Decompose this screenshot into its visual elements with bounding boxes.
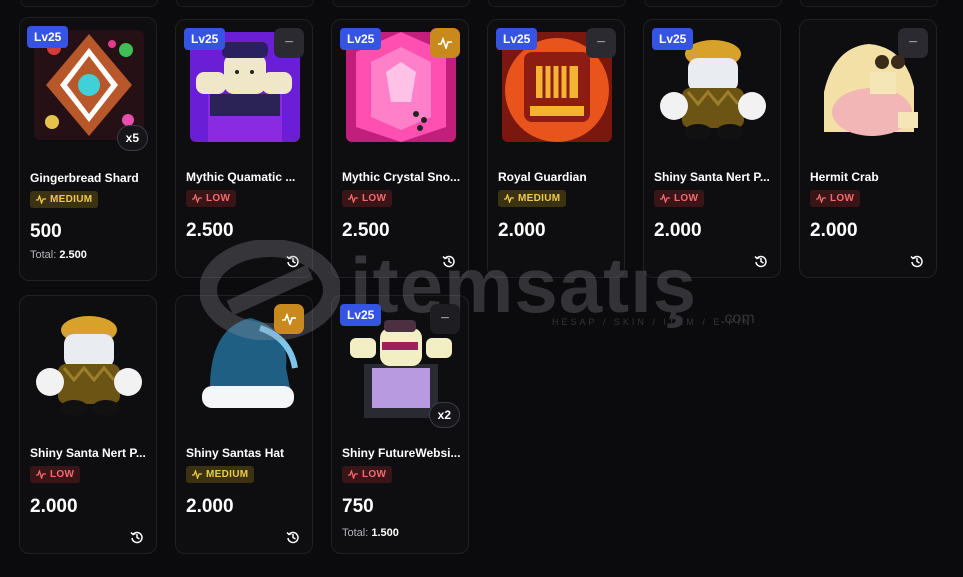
minus-icon: − <box>596 34 606 51</box>
pulse-icon <box>504 194 514 203</box>
demand-label: LOW <box>674 193 699 204</box>
level-badge: Lv25 <box>652 28 694 50</box>
item-name: Royal Guardian <box>498 170 587 184</box>
item-price: 2.500 <box>186 220 234 241</box>
pulse-icon <box>282 313 296 325</box>
demand-label: LOW <box>830 193 855 204</box>
demand-badge: LOW <box>810 190 861 207</box>
level-badge: Lv25 <box>27 26 69 48</box>
item-price: 2.000 <box>186 496 234 517</box>
demand-badge: LOW <box>342 466 393 483</box>
total-label: Total: <box>342 527 369 539</box>
item-price: 500 <box>30 221 62 242</box>
remove-button[interactable]: − <box>430 304 460 334</box>
demand-badge: MEDIUM <box>30 191 99 208</box>
item-card[interactable]: Shiny Santas Hat MEDIUM 2.000 <box>175 295 313 554</box>
item-name: Mythic Crystal Sno... <box>342 170 461 184</box>
demand-label: LOW <box>362 469 387 480</box>
history-icon[interactable] <box>442 254 456 268</box>
remove-button[interactable]: − <box>274 28 304 58</box>
item-price: 750 <box>342 496 374 517</box>
demand-badge: MEDIUM <box>498 190 567 207</box>
pulse-icon <box>660 194 670 203</box>
level-badge: Lv25 <box>184 28 226 50</box>
quantity-badge: x5 <box>116 125 148 151</box>
item-card[interactable]: Lv25 − Mythic Quamatic ... LOW 2.500 <box>175 19 313 278</box>
item-card[interactable]: Shiny Santa Nert P... LOW 2.000 <box>19 295 157 554</box>
history-icon[interactable] <box>286 254 300 268</box>
item-name: Hermit Crab <box>810 170 879 184</box>
demand-label: LOW <box>206 193 231 204</box>
pulse-icon <box>36 470 46 479</box>
item-total: Total: 1.500 <box>342 527 399 539</box>
item-total: Total: 2.500 <box>30 249 87 261</box>
demand-badge: LOW <box>30 466 81 483</box>
demand-label: LOW <box>362 193 387 204</box>
item-card[interactable]: Lv25 Shiny Santa Nert P... LOW 2.000 <box>643 19 781 278</box>
pulse-icon <box>348 470 358 479</box>
total-value: 1.500 <box>371 527 399 539</box>
item-card[interactable]: Lv25 − Royal Guardian MEDIUM 2.000 <box>487 19 625 278</box>
item-grid: Lv25 x5 Gingerbread Shard MEDIUM 500 Tot… <box>0 0 963 577</box>
item-image <box>34 308 144 418</box>
remove-button[interactable]: − <box>898 28 928 58</box>
history-icon[interactable] <box>754 254 768 268</box>
demand-label: MEDIUM <box>50 194 93 205</box>
minus-icon: − <box>284 34 294 51</box>
demand-badge: MEDIUM <box>186 466 255 483</box>
activity-button[interactable] <box>430 28 460 58</box>
demand-label: MEDIUM <box>206 469 249 480</box>
demand-label: LOW <box>50 469 75 480</box>
pulse-icon <box>438 37 452 49</box>
history-icon[interactable] <box>130 530 144 544</box>
item-name: Mythic Quamatic ... <box>186 170 296 184</box>
minus-icon: − <box>440 310 450 327</box>
level-badge: Lv25 <box>496 28 538 50</box>
demand-badge: LOW <box>654 190 705 207</box>
item-price: 2.000 <box>30 496 78 517</box>
item-price: 2.500 <box>342 220 390 241</box>
item-name: Shiny Santa Nert P... <box>654 170 770 184</box>
item-card[interactable]: Lv25 x5 Gingerbread Shard MEDIUM 500 Tot… <box>19 17 157 281</box>
quantity-badge: x2 <box>428 402 460 428</box>
demand-badge: LOW <box>186 190 237 207</box>
item-price: 2.000 <box>654 220 702 241</box>
minus-icon: − <box>908 34 918 51</box>
history-icon[interactable] <box>910 254 924 268</box>
level-badge: Lv25 <box>340 304 382 326</box>
history-icon[interactable] <box>286 530 300 544</box>
level-badge: Lv25 <box>340 28 382 50</box>
item-card[interactable]: Lv25 − x2 Shiny FutureWebsi... LOW 750 T… <box>331 295 469 554</box>
item-card[interactable]: Lv25 Mythic Crystal Sno... LOW 2.500 <box>331 19 469 278</box>
demand-badge: LOW <box>342 190 393 207</box>
item-price: 2.000 <box>498 220 546 241</box>
pulse-icon <box>192 194 202 203</box>
pulse-icon <box>348 194 358 203</box>
item-name: Shiny FutureWebsi... <box>342 446 461 460</box>
pulse-icon <box>816 194 826 203</box>
activity-button[interactable] <box>274 304 304 334</box>
item-name: Shiny Santa Nert P... <box>30 446 146 460</box>
pulse-icon <box>192 470 202 479</box>
total-label: Total: <box>30 249 57 261</box>
item-name: Gingerbread Shard <box>30 171 139 185</box>
pulse-icon <box>36 195 46 204</box>
item-price: 2.000 <box>810 220 858 241</box>
demand-label: MEDIUM <box>518 193 561 204</box>
remove-button[interactable]: − <box>586 28 616 58</box>
item-name: Shiny Santas Hat <box>186 446 285 460</box>
total-value: 2.500 <box>59 249 87 261</box>
item-card[interactable]: − Hermit Crab LOW 2.000 <box>799 19 937 278</box>
